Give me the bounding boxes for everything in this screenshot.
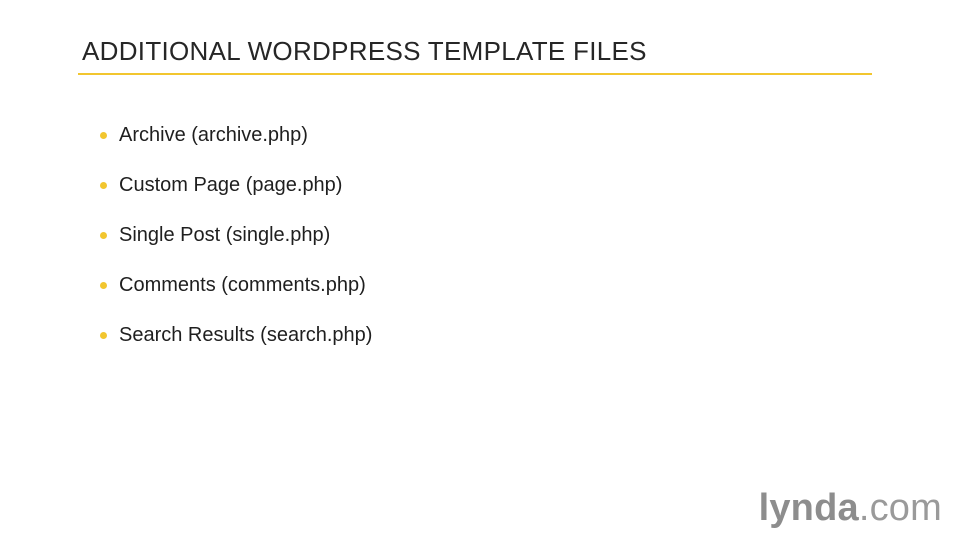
- list-item: Comments (comments.php): [100, 272, 372, 298]
- bullet-dot-icon: [100, 181, 107, 189]
- bullet-text: Single Post (single.php): [119, 223, 331, 246]
- bullet-dot-icon: [100, 231, 107, 239]
- list-item: Custom Page (page.php): [100, 172, 372, 198]
- lynda-logo: lynda.com: [759, 487, 942, 530]
- title-underline: [78, 73, 872, 75]
- logo-brand: lynda: [758, 487, 859, 529]
- slide: ADDITIONAL WORDPRESS TEMPLATE FILES Arch…: [0, 0, 960, 540]
- list-item: Archive (archive.php): [100, 122, 372, 148]
- slide-title: ADDITIONAL WORDPRESS TEMPLATE FILES: [82, 36, 647, 66]
- bullet-dot-icon: [100, 331, 107, 339]
- bullet-text: Comments (comments.php): [119, 273, 366, 296]
- bullet-dot-icon: [100, 131, 107, 139]
- bullet-text: Custom Page (page.php): [119, 173, 343, 196]
- list-item: Search Results (search.php): [100, 322, 372, 348]
- bullet-text: Archive (archive.php): [119, 123, 308, 146]
- bullet-text: Search Results (search.php): [119, 323, 373, 346]
- bullet-list: Archive (archive.php) Custom Page (page.…: [100, 122, 372, 372]
- bullet-dot-icon: [100, 281, 107, 289]
- list-item: Single Post (single.php): [100, 222, 372, 248]
- logo-suffix: .com: [858, 487, 942, 529]
